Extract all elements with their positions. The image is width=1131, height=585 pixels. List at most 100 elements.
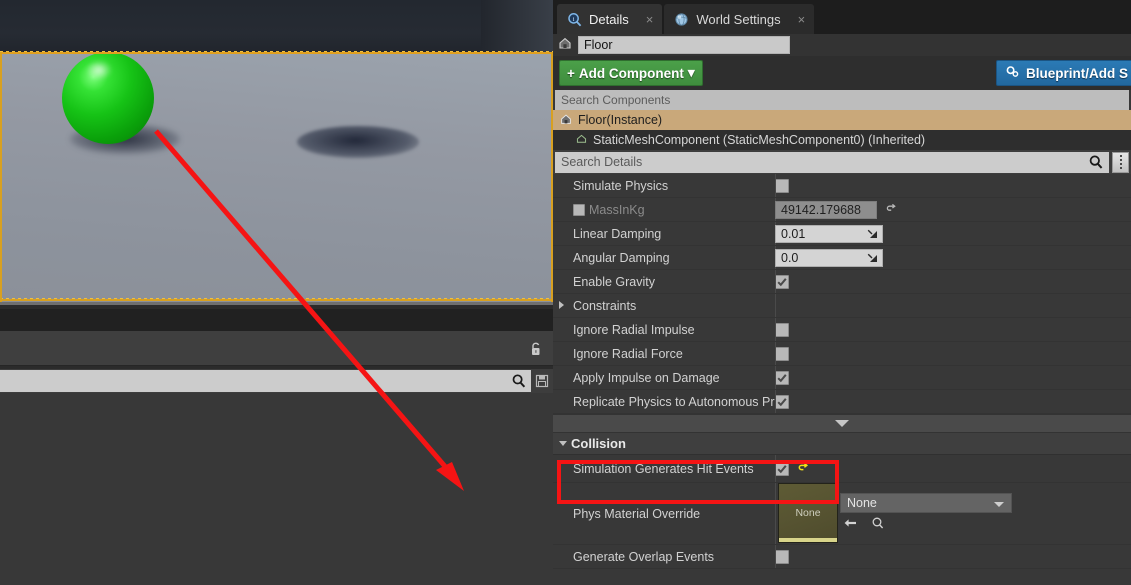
tab-details-label: Details — [589, 11, 629, 27]
sphere-specular-highlight — [86, 60, 112, 80]
lower-panel-toolbar[interactable] — [0, 331, 553, 366]
search-details-input[interactable]: Search Details — [555, 151, 1109, 173]
phys-material-asset-picker[interactable]: None — [840, 492, 1012, 513]
property-row-ignore-radial-impulse[interactable]: Ignore Radial Impulse — [553, 318, 1131, 342]
details-search-row[interactable]: Search Details — [553, 150, 1131, 174]
phys-material-thumbnail[interactable]: None — [778, 483, 838, 543]
components-search-input[interactable]: Search Components — [555, 90, 1129, 110]
spinner-icon[interactable] — [867, 253, 878, 267]
thumbnail-type-bar — [779, 538, 837, 542]
property-row-generate-overlap-events[interactable]: Generate Overlap Events — [553, 545, 1131, 569]
component-item-label: StaticMeshComponent (StaticMeshComponent… — [593, 133, 926, 147]
selection-outline-left — [0, 52, 2, 302]
search-icon — [1088, 154, 1104, 173]
property-row-linear-damping[interactable]: Linear Damping 0.01 — [553, 222, 1131, 246]
property-row-constraints[interactable]: Constraints — [553, 294, 1131, 318]
lower-panel-search-input[interactable] — [0, 370, 531, 392]
property-label: Ignore Radial Impulse — [573, 322, 695, 337]
component-item-floor-instance[interactable]: Floor(Instance) — [553, 110, 1131, 130]
viewport-3d-scene[interactable] — [0, 0, 553, 305]
details-tabbar[interactable]: i Details × World Settings × — [553, 0, 1131, 34]
chevron-down-icon: ▾ — [687, 65, 695, 80]
column-divider — [775, 366, 776, 389]
property-row-ignore-radial-force[interactable]: Ignore Radial Force — [553, 342, 1131, 366]
actor-name-input[interactable]: Floor — [578, 36, 790, 54]
viewport-bottom-strip — [0, 302, 553, 305]
replicate-physics-checkbox[interactable] — [775, 394, 789, 409]
column-divider — [775, 390, 776, 413]
property-label: Simulate Physics — [573, 178, 669, 193]
property-row-apply-impulse-on-damage[interactable]: Apply Impulse on Damage — [553, 366, 1131, 390]
details-magnifier-icon: i — [567, 12, 582, 27]
reset-to-default-icon[interactable] — [797, 462, 810, 475]
details-action-row[interactable]: + Add Component ▾ Blueprint/Add S — [553, 56, 1131, 90]
tab-world-settings[interactable]: World Settings × — [664, 4, 815, 34]
checkmark-icon — [777, 397, 787, 406]
reset-to-default-icon[interactable] — [885, 203, 898, 216]
component-item-label: Floor(Instance) — [578, 113, 663, 127]
collision-properties: Simulation Generates Hit Events Phys Mat… — [553, 455, 1131, 569]
property-row-phys-material-override[interactable]: Phys Material Override None None — [553, 483, 1131, 545]
property-row-enable-gravity[interactable]: Enable Gravity — [553, 270, 1131, 294]
mesh-icon — [575, 132, 588, 148]
property-row-mass-in-kg[interactable]: MassInKg 49142.179688 — [553, 198, 1131, 222]
tab-details[interactable]: i Details × — [557, 4, 663, 34]
browse-magnifier-icon[interactable] — [871, 516, 885, 535]
apply-impulse-on-damage-checkbox[interactable] — [775, 370, 789, 385]
selection-outline-top — [0, 51, 553, 54]
chevron-down-icon — [994, 501, 1004, 507]
enable-gravity-checkbox[interactable] — [775, 274, 789, 289]
ignore-radial-force-checkbox[interactable] — [775, 346, 789, 361]
property-row-simulate-physics[interactable]: Simulate Physics — [553, 174, 1131, 198]
back-arrow-icon[interactable] — [843, 516, 858, 535]
details-panel[interactable]: i Details × World Settings × Floor + Add… — [553, 0, 1131, 585]
checkmark-icon — [777, 277, 787, 286]
property-label: Angular Damping — [573, 250, 670, 265]
property-row-angular-damping[interactable]: Angular Damping 0.0 — [553, 246, 1131, 270]
properties-list: Simulate Physics MassInKg 49142.179688 L… — [553, 174, 1131, 414]
svg-text:i: i — [573, 16, 575, 23]
category-title: Collision — [571, 436, 626, 451]
level-viewport[interactable] — [0, 0, 553, 585]
angular-damping-input[interactable]: 0.0 — [775, 248, 883, 267]
category-header-collision[interactable]: Collision — [553, 433, 1131, 455]
sphere-shadow-far — [297, 126, 419, 158]
components-list[interactable]: Floor(Instance) StaticMeshComponent (Sta… — [553, 110, 1131, 150]
column-divider — [775, 545, 776, 568]
blueprint-add-script-button[interactable]: Blueprint/Add S — [996, 60, 1131, 86]
mass-override-checkbox[interactable] — [573, 203, 585, 216]
generate-overlap-events-checkbox[interactable] — [775, 549, 789, 564]
tab-world-settings-label: World Settings — [696, 11, 781, 27]
spinner-icon[interactable] — [867, 229, 878, 243]
simulation-generates-hit-events-checkbox[interactable] — [775, 461, 789, 476]
thumbnail-label: None — [795, 507, 821, 519]
property-label: Enable Gravity — [573, 274, 655, 289]
property-row-simulation-generates-hit-events[interactable]: Simulation Generates Hit Events — [553, 455, 1131, 483]
actor-name-row[interactable]: Floor — [553, 34, 1131, 56]
save-icon[interactable] — [531, 370, 553, 392]
lower-panel-titlebar — [0, 309, 553, 331]
mass-in-kg-input[interactable]: 49142.179688 — [775, 200, 877, 219]
simulate-physics-checkbox[interactable] — [775, 178, 789, 193]
blueprint-button-label: Blueprint/Add S — [1026, 65, 1128, 81]
property-label: Constraints — [573, 298, 637, 313]
chevron-right-icon[interactable] — [559, 301, 564, 309]
column-divider — [775, 174, 776, 197]
plus-icon: + — [567, 65, 575, 81]
options-dots-icon[interactable] — [1112, 151, 1129, 173]
search-icon — [512, 374, 526, 388]
chevron-down-icon[interactable] — [559, 441, 567, 450]
show-more-properties-button[interactable] — [553, 414, 1131, 433]
ignore-radial-impulse-checkbox[interactable] — [775, 322, 789, 337]
property-label: Ignore Radial Force — [573, 346, 683, 361]
gears-icon — [1005, 64, 1020, 82]
property-row-replicate-physics[interactable]: Replicate Physics to Autonomous Proxy — [553, 390, 1131, 414]
add-component-label: Add Component — [578, 65, 684, 81]
tab-world-settings-close-icon[interactable]: × — [798, 12, 806, 27]
component-item-staticmeshcomponent[interactable]: StaticMeshComponent (StaticMeshComponent… — [553, 130, 1131, 150]
add-component-button[interactable]: + Add Component ▾ — [559, 60, 703, 86]
lock-icon[interactable] — [527, 340, 545, 358]
tab-details-close-icon[interactable]: × — [646, 12, 654, 27]
lower-panel-search-row[interactable] — [0, 369, 553, 393]
linear-damping-input[interactable]: 0.01 — [775, 224, 883, 243]
